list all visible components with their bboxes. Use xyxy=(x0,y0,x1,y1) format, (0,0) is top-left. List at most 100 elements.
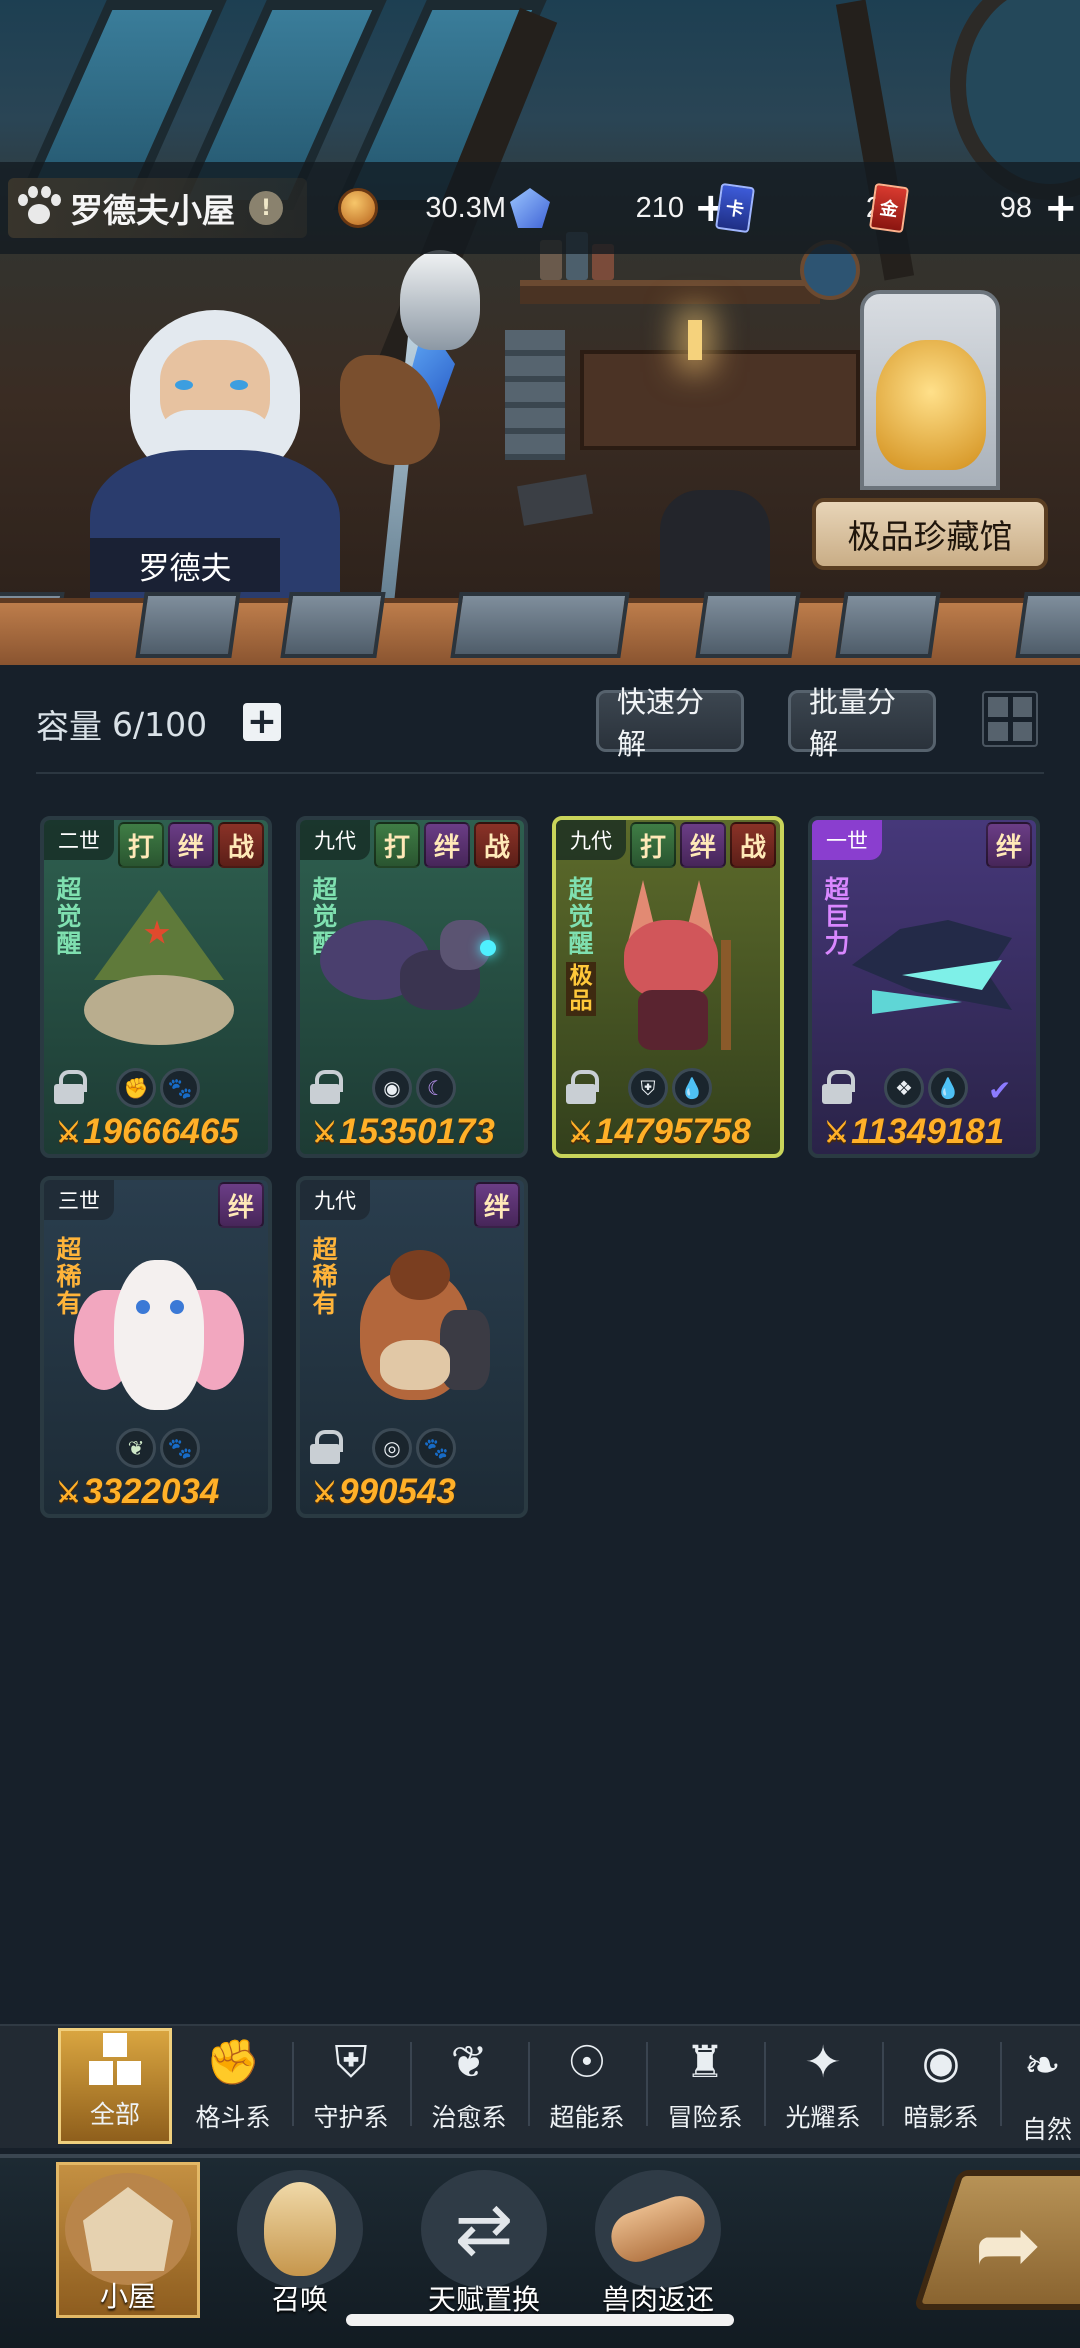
swap-icon: ⇄ xyxy=(421,2170,547,2288)
add-gold-ticket-button[interactable]: + xyxy=(1044,188,1078,228)
owl xyxy=(400,250,480,350)
filter-shadow[interactable]: ◉ 暗影系 xyxy=(884,2028,998,2144)
capacity-label: 容量 xyxy=(36,707,102,746)
eye-icon: ◉ xyxy=(372,1068,412,1108)
lantern-icon: ♜ xyxy=(685,2036,725,2088)
lock-icon[interactable] xyxy=(566,1070,599,1104)
generation-label: 二世 xyxy=(44,820,114,860)
eye-icon: ◉ xyxy=(921,2036,961,2088)
mole-brute-creature xyxy=(330,1240,500,1410)
filter-guardian[interactable]: ⛨ 守护系 xyxy=(294,2028,408,2144)
pet-card[interactable]: 九代 绊 超稀有 ◎ 🐾 ⚔ 990543 xyxy=(296,1176,528,1518)
sprout-icon: ❦ xyxy=(116,1428,156,1468)
moon-icon: ☾ xyxy=(416,1068,456,1108)
bond-tag: 绊 xyxy=(680,822,726,868)
nav-label: 召唤 xyxy=(271,2283,328,2316)
fist-icon: ✊ xyxy=(116,1068,156,1108)
sprout-icon: ❦ xyxy=(450,2036,488,2088)
filter-label: 全部 xyxy=(89,2100,140,2129)
nav-talent-swap[interactable]: ⇄ 天赋置换 xyxy=(400,2162,568,2318)
pet-card[interactable]: 二世 打 绊 战 超觉醒 ✊ 🐾 ⚔ 19666465 xyxy=(40,816,272,1158)
power-value: ⚔ 11349181 xyxy=(824,1112,1005,1151)
filter-light[interactable]: ✦ 光耀系 xyxy=(766,2028,880,2144)
check-icon: ✔ xyxy=(988,1074,1012,1107)
bond-tag: 绊 xyxy=(474,1182,520,1228)
grid-view-icon[interactable] xyxy=(982,691,1038,747)
nav-label: 兽肉返还 xyxy=(601,2283,714,2316)
all-icon xyxy=(87,2031,143,2087)
filter-all[interactable]: 全部 xyxy=(58,2028,172,2144)
card-ticket-value: 2 xyxy=(752,192,882,225)
bond-tag: 绊 xyxy=(168,822,214,868)
filter-psychic[interactable]: ☉ 超能系 xyxy=(530,2028,644,2144)
crystal-icon: ❖ xyxy=(884,1068,924,1108)
filter-label: 格斗系 xyxy=(195,2103,271,2132)
filter-nature[interactable]: ❧ 自然 xyxy=(1002,2028,1080,2144)
gold-ticket-counter: 金 98 + xyxy=(868,182,1078,234)
bond-tag: 绊 xyxy=(424,822,470,868)
leaf-icon: ❧ xyxy=(1024,2040,1061,2091)
filter-label: 自然 xyxy=(1022,2115,1073,2144)
capacity-value: 6/100 xyxy=(112,704,208,744)
power-value: ⚔ 990543 xyxy=(312,1472,456,1511)
filter-healing[interactable]: ❦ 治愈系 xyxy=(412,2028,526,2144)
filter-label: 治愈系 xyxy=(431,2103,507,2132)
generation-label: 九代 xyxy=(300,1180,370,1220)
gold-ticket-icon: 金 xyxy=(868,182,910,234)
floor-tile xyxy=(835,592,941,658)
house-title: 罗德夫小屋 ! xyxy=(8,178,307,238)
card-ticket-icon: 卡 xyxy=(714,182,756,234)
nav-label: 小屋 xyxy=(99,2280,156,2313)
home-indicator xyxy=(346,2314,734,2326)
paw-icon: 🐾 xyxy=(160,1428,200,1468)
pet-card[interactable]: 九代 打 绊 战 超觉醒 ◉ ☾ ⚔15350173 xyxy=(296,816,528,1158)
info-icon[interactable]: ! xyxy=(249,191,283,225)
lock-icon[interactable] xyxy=(822,1070,855,1104)
candle xyxy=(688,320,702,360)
filter-label: 冒险系 xyxy=(667,2103,743,2132)
floor-tile xyxy=(280,592,386,658)
filter-fighting[interactable]: ✊ 格斗系 xyxy=(176,2028,290,2144)
coin-counter: 30.3M xyxy=(338,184,506,232)
alien-icon: ☉ xyxy=(567,2036,607,2088)
nav-meat-refund[interactable]: 兽肉返还 xyxy=(574,2162,742,2318)
filter-label: 超能系 xyxy=(549,2103,625,2132)
house-name: 罗德夫小屋 xyxy=(70,191,235,230)
pet-card-selected[interactable]: 九代 打 绊 战 超觉醒 极品 ⛨ 💧 ⚔ 14795758 xyxy=(552,816,784,1158)
light-icon: ✦ xyxy=(804,2036,842,2088)
nav-label: 天赋置换 xyxy=(427,2283,540,2316)
white-fluff-creature xyxy=(74,1240,244,1410)
filter-adventure[interactable]: ♜ 冒险系 xyxy=(648,2028,762,2144)
filter-label: 守护系 xyxy=(313,2103,389,2132)
generation-label: 三世 xyxy=(44,1180,114,1220)
wizard-mushroom-creature xyxy=(74,880,244,1050)
shield-icon: ⛨ xyxy=(628,1068,668,1108)
meat-icon xyxy=(595,2170,721,2288)
crystal-counter: 210 + xyxy=(510,184,728,232)
shadow-fox-creature xyxy=(320,880,500,1050)
quick-decompose-button[interactable]: 快速分解 xyxy=(596,685,744,761)
batch-decompose-button[interactable]: 批量分解 xyxy=(788,685,936,761)
pet-card[interactable]: 一世 绊 超巨力 ❖ 💧 ✔ ⚔ 11349181 xyxy=(808,816,1040,1158)
pet-card[interactable]: 三世 绊 超稀有 ❦ 🐾 ⚔ 3322034 xyxy=(40,1176,272,1518)
battle-tag: 战 xyxy=(730,822,776,868)
crystal-value: 210 xyxy=(635,191,684,224)
fight-tag: 打 xyxy=(630,822,676,868)
expand-capacity-button[interactable]: + xyxy=(243,703,281,741)
generation-label: 九代 xyxy=(300,820,370,860)
nav-summon[interactable]: 召唤 xyxy=(228,2162,372,2318)
coin-icon xyxy=(338,188,378,228)
lock-icon[interactable] xyxy=(310,1430,343,1464)
power-value: ⚔ 19666465 xyxy=(56,1112,239,1151)
nav-house[interactable]: 小屋 xyxy=(56,2162,200,2318)
crystal-dragon-creature xyxy=(842,880,1012,1050)
bond-tag: 绊 xyxy=(986,822,1032,868)
floor-tile xyxy=(695,592,801,658)
paw-icon: 🐾 xyxy=(416,1428,456,1468)
lock-icon[interactable] xyxy=(310,1070,343,1104)
battle-tag: 战 xyxy=(474,822,520,868)
museum-button[interactable]: 极品珍藏馆 xyxy=(812,498,1048,570)
bond-tag: 绊 xyxy=(218,1182,264,1228)
lock-icon[interactable] xyxy=(54,1070,87,1104)
floor-tile xyxy=(135,592,241,658)
